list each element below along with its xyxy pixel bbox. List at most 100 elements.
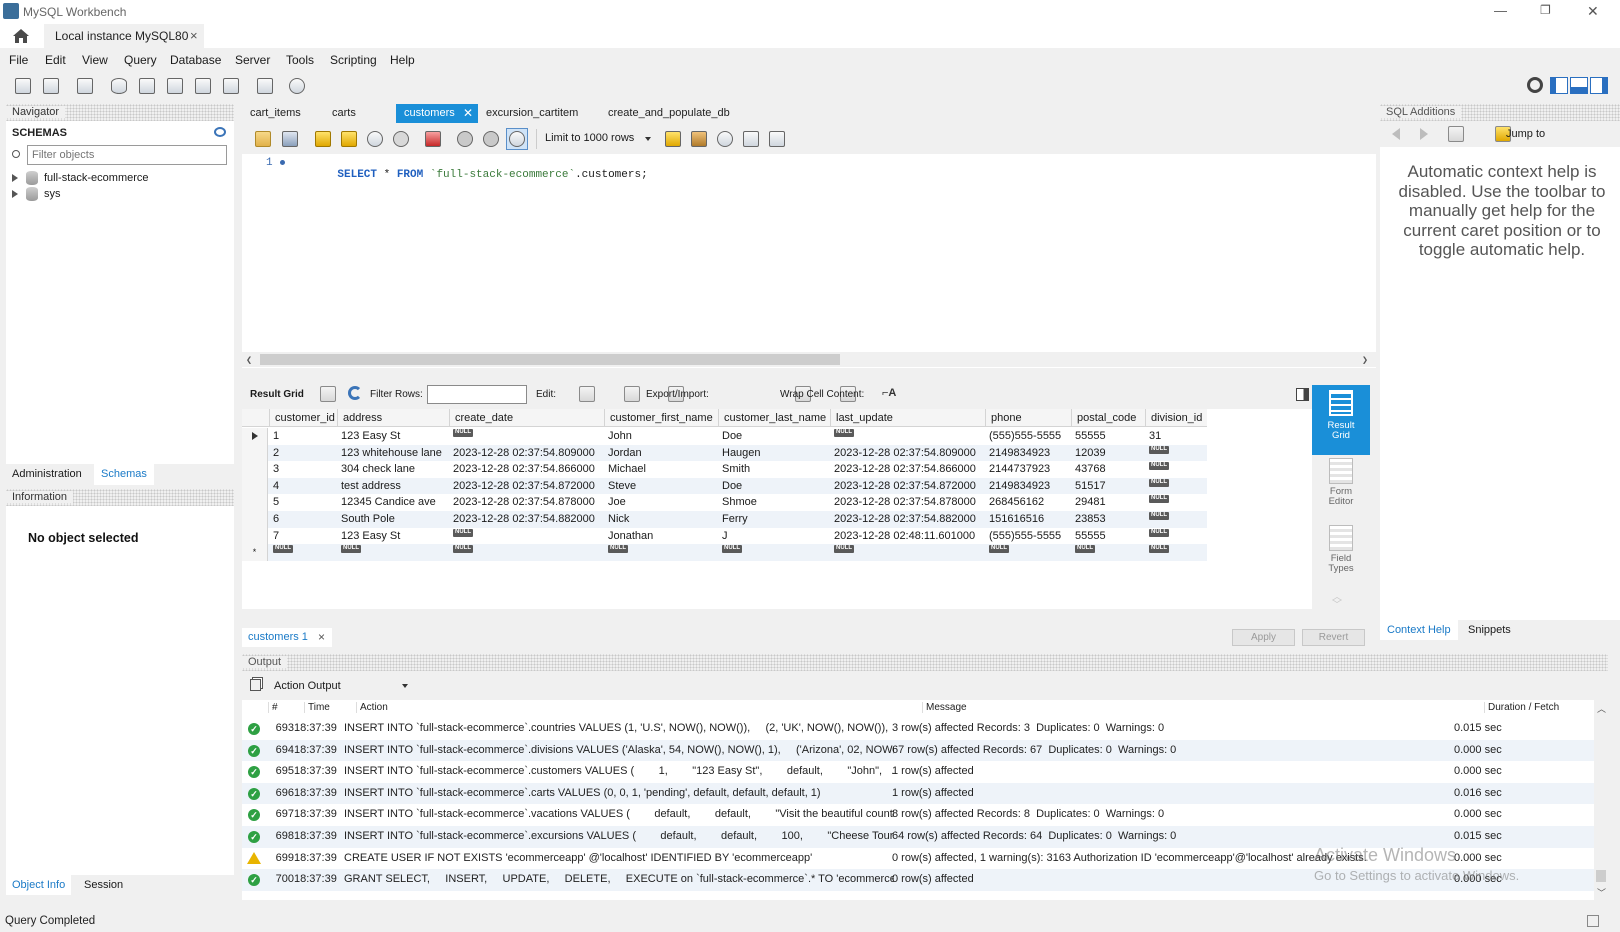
insert-row-icon[interactable]: [623, 386, 640, 402]
cell-create-date[interactable]: 2023-12-28 02:37:54.866000: [450, 461, 605, 478]
tab-context-help[interactable]: Context Help: [1380, 620, 1458, 640]
cell-create-date[interactable]: NULL: [450, 428, 605, 445]
cell-customer-id[interactable]: 7: [270, 528, 338, 545]
column-header-last-name[interactable]: customer_last_name: [718, 409, 830, 427]
cell-last-update[interactable]: 2023-12-28 02:37:54.882000: [831, 511, 986, 528]
table-row[interactable]: 5 12345 Candice ave 2023-12-28 02:37:54.87…: [242, 494, 1207, 511]
table-row[interactable]: * NULL NULL NULL NULL NULL NULL NULL NULL NULL: [242, 544, 1207, 561]
open-sql-script-icon[interactable]: [40, 75, 62, 97]
create-schema-icon[interactable]: [108, 75, 130, 97]
menu-edit[interactable]: Edit: [45, 53, 66, 67]
menu-query[interactable]: Query: [124, 53, 157, 67]
chevron-up-down-icon[interactable]: ︿ ﹀: [1332, 593, 1342, 611]
create-view-icon[interactable]: [164, 75, 186, 97]
edit-row-icon[interactable]: [578, 386, 595, 402]
cell-division-id[interactable]: NULL: [1146, 478, 1208, 495]
expand-arrow-icon[interactable]: [12, 174, 18, 182]
cell-postal-code[interactable]: 23853: [1072, 511, 1146, 528]
autocommit-icon[interactable]: [506, 128, 528, 150]
output-row[interactable]: ✓ 693 18:37:39 INSERT INTO `full-stack-ecom…: [242, 718, 1594, 740]
forward-icon[interactable]: [1420, 128, 1428, 140]
cell-phone[interactable]: 2149834923: [986, 478, 1072, 495]
tab-cart-items[interactable]: cart_items: [242, 104, 327, 123]
cell-last-name[interactable]: Ferry: [719, 511, 831, 528]
scroll-down-icon[interactable]: ﹀: [1597, 886, 1606, 899]
rollback-icon[interactable]: [480, 128, 502, 150]
horizontal-scrollbar[interactable]: ❮ ❯: [242, 352, 1376, 367]
invisible-chars-icon[interactable]: [740, 128, 762, 150]
cell-phone[interactable]: 2144737923: [986, 461, 1072, 478]
cell-postal-code[interactable]: NULL: [1072, 544, 1146, 561]
limit-rows-select[interactable]: Limit to 1000 rows: [536, 129, 656, 149]
cell-last-name[interactable]: Doe: [719, 478, 831, 495]
output-row[interactable]: ✓ 695 18:37:39 INSERT INTO `full-stack-ecom…: [242, 761, 1594, 783]
scroll-right-icon[interactable]: ❯: [1362, 355, 1368, 367]
column-header-last-update[interactable]: last_update: [830, 409, 985, 427]
cell-last-name[interactable]: Haugen: [719, 445, 831, 462]
scrollbar-thumb[interactable]: [1596, 870, 1606, 882]
cell-address[interactable]: South Pole: [338, 511, 450, 528]
commit-icon[interactable]: [454, 128, 476, 150]
cell-first-name[interactable]: Michael: [605, 461, 719, 478]
cell-customer-id[interactable]: 5: [270, 494, 338, 511]
menu-help[interactable]: Help: [390, 53, 415, 67]
table-row[interactable]: 1 123 Easy St NULL John Doe NULL (555)555-5555…: [242, 428, 1207, 445]
output-scrollbar[interactable]: ︿ ﹀: [1594, 700, 1608, 900]
menu-tools[interactable]: Tools: [286, 53, 314, 67]
sql-editor[interactable]: 1 SELECT * FROM `full-stack-ecommerce`.c…: [242, 154, 1376, 368]
scroll-left-icon[interactable]: ❮: [246, 355, 252, 367]
connection-tab-close-icon[interactable]: ×: [190, 28, 198, 43]
cell-last-update[interactable]: 2023-12-28 02:48:11.601000: [831, 528, 986, 545]
context-help-icon[interactable]: [1448, 126, 1464, 142]
create-table-icon[interactable]: [136, 75, 158, 97]
cell-last-name[interactable]: Smith: [719, 461, 831, 478]
refresh-schemas-icon[interactable]: [214, 127, 226, 137]
apply-button[interactable]: Apply: [1232, 629, 1295, 646]
row-marker[interactable]: [242, 527, 268, 545]
column-header-phone[interactable]: phone: [985, 409, 1071, 427]
create-procedure-icon[interactable]: [192, 75, 214, 97]
menu-file[interactable]: File: [9, 53, 28, 67]
stop-icon[interactable]: [390, 128, 412, 150]
result-grid-view-button[interactable]: Result Grid: [1312, 385, 1370, 455]
cell-phone[interactable]: 151616516: [986, 511, 1072, 528]
cell-customer-id[interactable]: 6: [270, 511, 338, 528]
field-types-button[interactable]: Field Types: [1312, 523, 1370, 589]
cell-address[interactable]: NULL: [338, 544, 450, 561]
row-marker[interactable]: [242, 494, 268, 511]
cell-create-date[interactable]: NULL: [450, 544, 605, 561]
find-icon[interactable]: [714, 128, 736, 150]
cell-postal-code[interactable]: 43768: [1072, 461, 1146, 478]
tab-close-icon[interactable]: ✕: [463, 104, 473, 123]
cell-postal-code[interactable]: 55555: [1072, 428, 1146, 445]
cell-postal-code[interactable]: 12039: [1072, 445, 1146, 462]
table-row[interactable]: 6 South Pole 2023-12-28 02:37:54.882000 Nic…: [242, 511, 1207, 528]
tab-create-and-populate-db[interactable]: create_and_populate_db: [600, 104, 750, 123]
output-col-time-header[interactable]: Time: [304, 702, 330, 713]
row-marker[interactable]: [242, 428, 268, 445]
cell-division-id[interactable]: NULL: [1146, 511, 1208, 528]
cell-division-id[interactable]: NULL: [1146, 544, 1208, 561]
revert-button[interactable]: Revert: [1302, 629, 1365, 646]
reconnect-icon[interactable]: [286, 75, 308, 97]
inspector-icon[interactable]: [74, 75, 96, 97]
cell-customer-id[interactable]: 1: [270, 428, 338, 445]
result-tab[interactable]: customers 1 ×: [242, 628, 332, 647]
cell-first-name[interactable]: Jordan: [605, 445, 719, 462]
row-marker[interactable]: *: [242, 544, 268, 561]
row-marker[interactable]: [242, 477, 268, 495]
cell-postal-code[interactable]: 51517: [1072, 478, 1146, 495]
menu-scripting[interactable]: Scripting: [330, 53, 377, 67]
cell-address[interactable]: 12345 Candice ave: [338, 494, 450, 511]
column-header-postal-code[interactable]: postal_code: [1071, 409, 1145, 427]
schema-tree-item[interactable]: full-stack-ecommerce: [10, 170, 230, 187]
save-icon[interactable]: [279, 128, 301, 150]
cell-create-date[interactable]: NULL: [450, 528, 605, 545]
open-file-icon[interactable]: [252, 128, 274, 150]
output-row[interactable]: ✓ 697 18:37:39 INSERT INTO `full-stack-ecom…: [242, 804, 1594, 826]
cell-division-id[interactable]: NULL: [1146, 528, 1208, 545]
column-header-address[interactable]: address: [337, 409, 449, 427]
cell-customer-id[interactable]: 4: [270, 478, 338, 495]
output-col-action-header[interactable]: Action: [356, 702, 388, 713]
column-header-first-name[interactable]: customer_first_name: [604, 409, 718, 427]
